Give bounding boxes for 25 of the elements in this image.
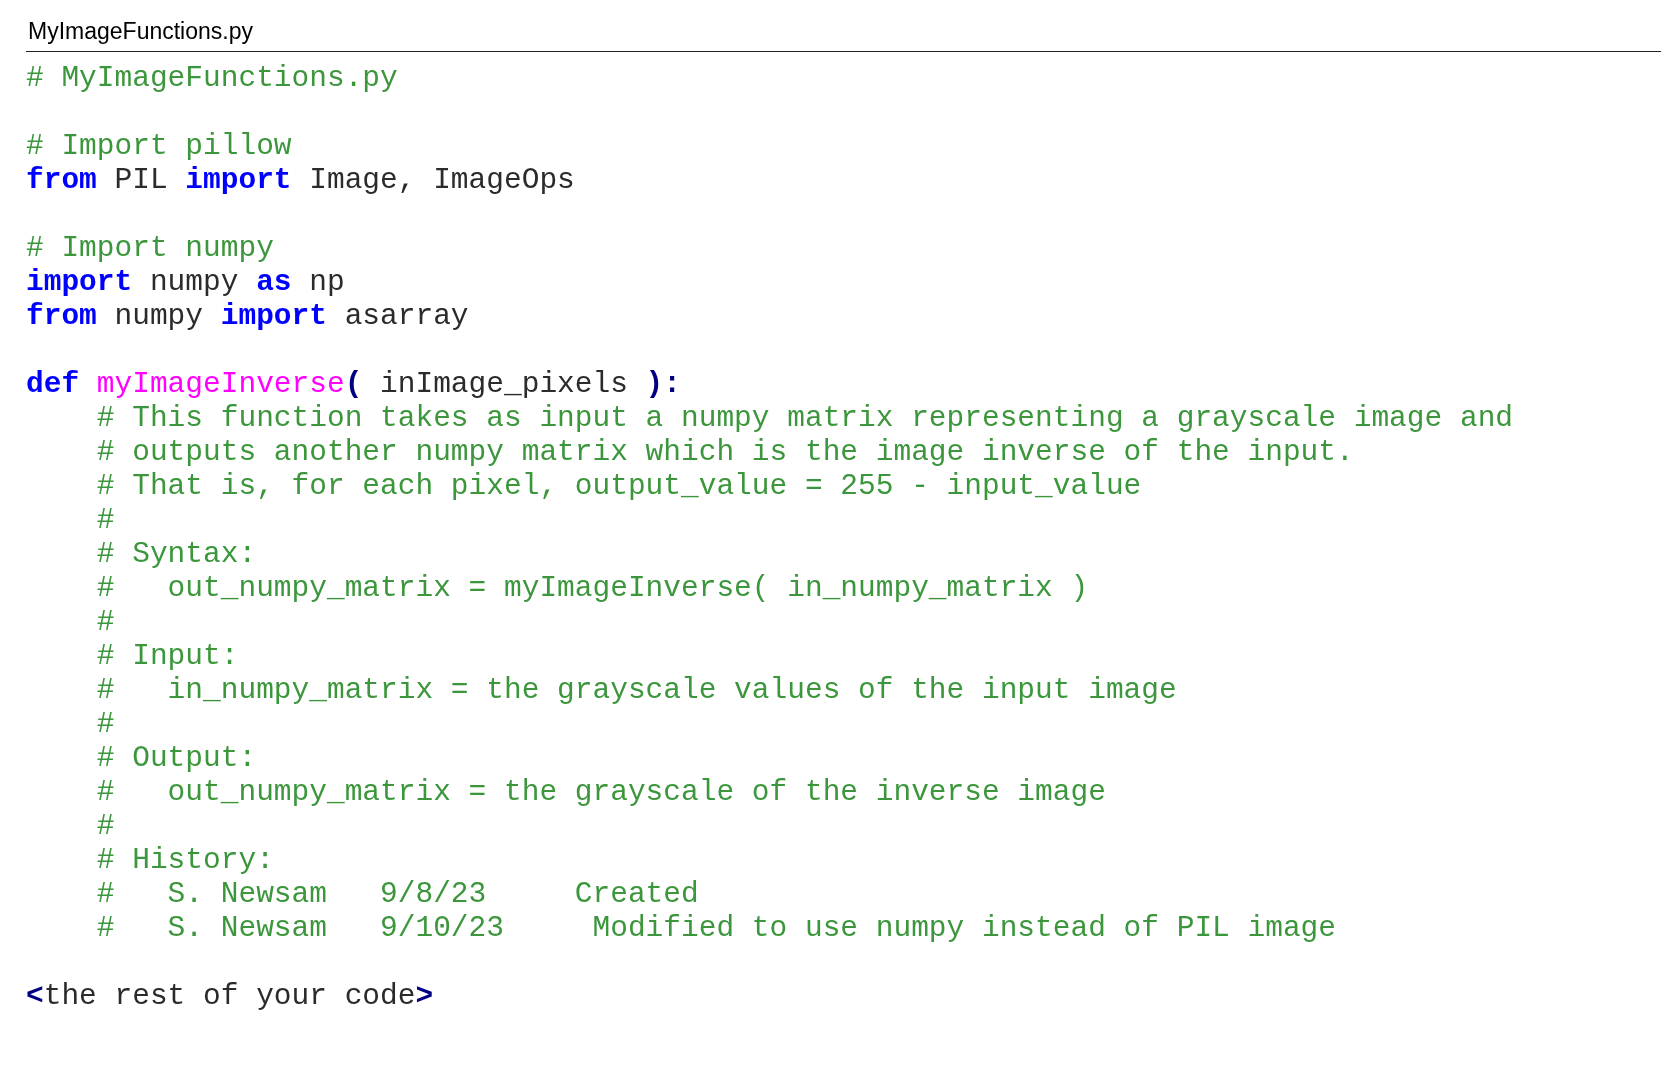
code-comment: # in_numpy_matrix = the grayscale values of the input image — [95, 673, 1177, 707]
code-comment: # — [95, 809, 115, 843]
code-comment: # S. Newsam 9/8/23 Created — [95, 877, 699, 911]
code-comment: # History: — [95, 843, 274, 877]
code-comment: # Output: — [95, 741, 257, 775]
code-comment: # — [95, 605, 115, 639]
file-title: MyImageFunctions.py — [28, 18, 253, 45]
code-comment: # out_numpy_matrix = the grayscale of the inverse image — [95, 775, 1106, 809]
code-comment: # MyImageFunctions.py — [26, 61, 398, 95]
code-comment: # — [95, 503, 115, 537]
code-line: from numpy import asarray — [26, 299, 469, 333]
code-line: <the rest of your code> — [26, 979, 434, 1013]
code-comment: # That is, for each pixel, output_value = 255 - input_value — [95, 469, 1142, 503]
code-comment: # Input: — [95, 639, 239, 673]
code-comment: # S. Newsam 9/10/23 Modified to use numpy instead of PIL image — [95, 911, 1336, 945]
code-comment: # out_numpy_matrix = myImageInverse( in_numpy_matrix ) — [95, 571, 1089, 605]
code-comment: # Import numpy — [26, 231, 274, 265]
code-comment: # Import pillow — [26, 129, 292, 163]
code-line: def myImageInverse( inImage_pixels ): — [26, 367, 681, 401]
code-comment: # — [95, 707, 115, 741]
code-comment: # outputs another numpy matrix which is the image inverse of the input. — [95, 435, 1354, 469]
code-comment: # This function takes as input a numpy matrix representing a grayscale image and — [95, 401, 1514, 435]
code-comment: # Syntax: — [95, 537, 257, 571]
code-line: from PIL import Image, ImageOps — [26, 163, 575, 197]
code-line: import numpy as np — [26, 265, 345, 299]
